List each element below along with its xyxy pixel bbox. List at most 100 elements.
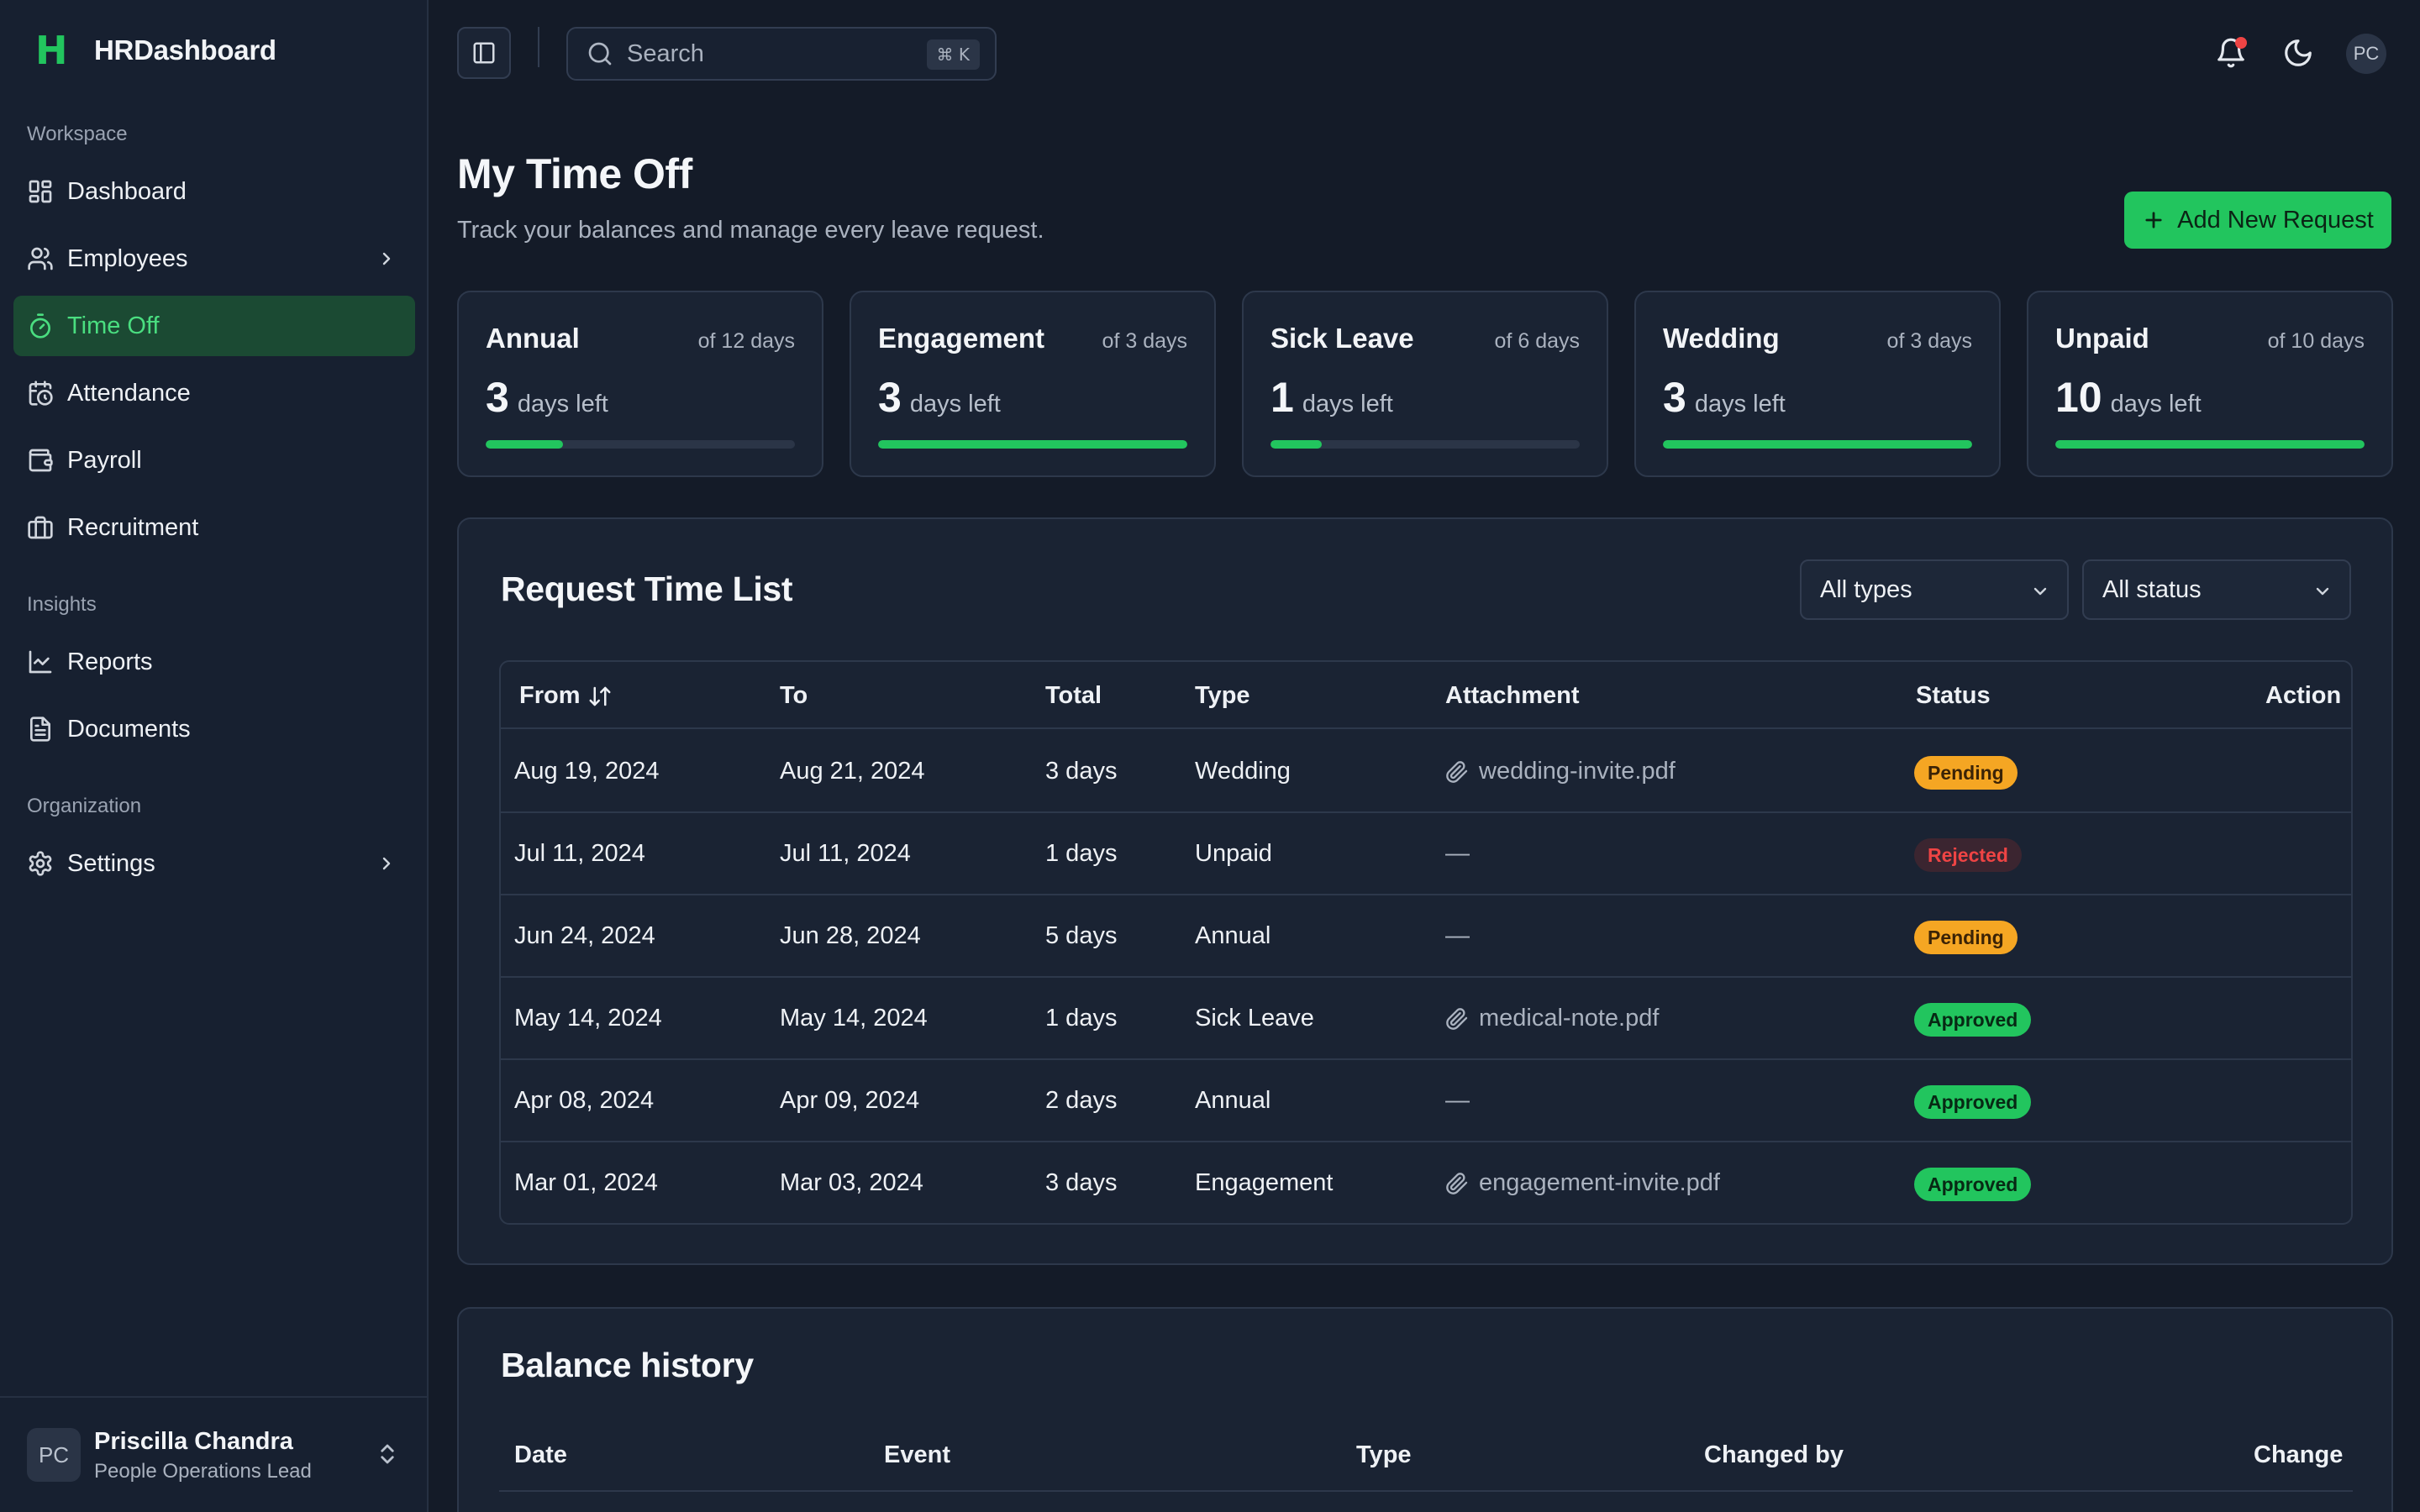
balance-unit: days left <box>1694 391 1786 417</box>
layout-dashboard-icon <box>29 180 52 203</box>
cell-from: Apr 08, 2024 <box>514 1087 655 1114</box>
plus-icon <box>2145 212 2162 228</box>
balance-progress-fill <box>1270 440 1323 449</box>
sidebar-item-payroll[interactable]: Payroll <box>13 430 415 491</box>
cell-attachment: — <box>1445 922 1470 949</box>
avatar[interactable]: PC <box>2346 34 2386 74</box>
sidebar-item-label: Reports <box>67 648 153 675</box>
sidebar-item-label: Payroll <box>67 446 142 474</box>
requests-table: From To Total Type Attachment Status Act… <box>499 660 2353 1225</box>
sidebar-item-reports[interactable]: Reports <box>13 632 415 692</box>
table-row: May 14, 2024 May 14, 2024 1 days Sick Leave… <box>501 978 2351 1060</box>
brand-name: HRDashboard <box>94 34 276 66</box>
balance-card: Engagement of 3 days 3 days left <box>850 291 1216 477</box>
column-event: Event <box>884 1441 950 1468</box>
balance-unit: days left <box>2110 391 2202 417</box>
user-menu[interactable]: PC Priscilla Chandra People Operations L… <box>0 1396 427 1512</box>
brand-logo: H <box>35 28 68 73</box>
balance-left: 10 <box>2055 374 2102 421</box>
attachment-link[interactable]: medical-note.pdf <box>1445 1005 1659 1032</box>
column-action: Action <box>2265 682 2342 709</box>
sidebar-item-recruitment[interactable]: Recruitment <box>13 497 415 558</box>
cell-total: 2 days <box>1045 1087 1118 1114</box>
sidebar-item-dashboard[interactable]: Dashboard <box>13 161 415 222</box>
panel-title: Request Time List <box>501 570 793 608</box>
moon-icon[interactable] <box>2282 37 2314 69</box>
attachment-link[interactable]: engagement-invite.pdf <box>1445 1169 1720 1197</box>
sidebar-item-label: Settings <box>67 849 155 877</box>
attachment-name: engagement-invite.pdf <box>1479 1169 1720 1196</box>
column-total: Total <box>1045 682 1102 709</box>
sidebar-item-employees[interactable]: Employees <box>13 228 415 289</box>
cell-to: Mar 03, 2024 <box>780 1169 923 1196</box>
column-type: Type <box>1356 1441 1412 1468</box>
search-placeholder: Search <box>627 39 704 67</box>
notification-dot <box>2235 37 2247 49</box>
sidebar-toggle-button[interactable] <box>457 27 511 79</box>
cell-to: May 14, 2024 <box>780 1005 928 1032</box>
chevron-down-icon <box>2316 587 2329 596</box>
sidebar-item-label: Documents <box>67 715 191 743</box>
balance-type: Engagement <box>878 323 1045 354</box>
sidebar-item-settings[interactable]: Settings <box>13 833 415 894</box>
column-status: Status <box>1916 682 1991 709</box>
cell-to: Apr 09, 2024 <box>780 1087 920 1114</box>
balance-card: Unpaid of 10 days 10 days left <box>2027 291 2393 477</box>
sidebar-item-attendance[interactable]: Attendance <box>13 363 415 423</box>
sidebar-item-label: Dashboard <box>67 177 187 205</box>
type-filter-select[interactable]: All types <box>1800 559 2069 620</box>
column-change: Change <box>2254 1441 2344 1468</box>
line-chart-icon <box>29 650 52 674</box>
gear-icon <box>29 851 52 876</box>
balance-unit: days left <box>517 391 608 417</box>
balance-card: Sick Leave of 6 days 1 days left <box>1242 291 1608 477</box>
cell-to: Aug 21, 2024 <box>780 758 925 785</box>
sidebar-item-time-off[interactable]: Time Off <box>13 296 415 356</box>
cell-attachment: — <box>1445 1087 1470 1114</box>
paperclip-icon <box>1446 760 1468 783</box>
brand[interactable]: H HRDashboard <box>35 30 276 71</box>
section-label-workspace: Workspace <box>27 123 128 145</box>
attachment-link[interactable]: wedding-invite.pdf <box>1445 758 1676 785</box>
table-row: Jun 24, 2024 Jun 28, 2024 5 days Annual — Pen… <box>501 895 2351 978</box>
balance-history-panel: Balance history Date Event Type Changed … <box>457 1307 2393 1512</box>
balance-unit: days left <box>1302 391 1393 417</box>
balance-progress-fill <box>486 440 563 449</box>
chevron-down-icon <box>2033 587 2047 596</box>
user-role: People Operations Lead <box>94 1460 312 1483</box>
panel-left-icon <box>473 42 495 64</box>
cell-total: 1 days <box>1045 1005 1118 1032</box>
cell-type: Engagement <box>1195 1169 1334 1196</box>
column-from[interactable]: From <box>519 682 613 710</box>
divider <box>499 1490 2353 1492</box>
sidebar-item-documents[interactable]: Documents <box>13 699 415 759</box>
search-input[interactable]: Search ⌘ K <box>566 27 997 81</box>
balance-progress <box>878 440 1187 449</box>
balance-total: of 12 days <box>697 329 795 353</box>
balance-progress-fill <box>1663 440 1972 449</box>
file-text-icon <box>30 717 50 742</box>
column-date: Date <box>514 1441 567 1468</box>
cell-attachment: — <box>1445 840 1470 867</box>
balance-total: of 6 days <box>1494 329 1580 353</box>
cell-from: Jun 24, 2024 <box>514 922 655 949</box>
balance-card: Wedding of 3 days 3 days left <box>1634 291 2001 477</box>
sidebar-item-label: Employees <box>67 244 188 272</box>
balance-total: of 3 days <box>1886 329 1972 353</box>
column-to: To <box>780 682 808 709</box>
wallet-icon <box>29 449 53 472</box>
status-filter-select[interactable]: All status <box>2082 559 2351 620</box>
balance-progress <box>1270 440 1580 449</box>
add-request-button[interactable]: Add New Request <box>2124 192 2391 249</box>
paperclip-icon <box>1446 1172 1468 1194</box>
cell-from: Jul 11, 2024 <box>514 840 645 867</box>
status-badge: Pending <box>1914 921 2018 954</box>
balance-type: Wedding <box>1663 323 1780 354</box>
status-badge: Approved <box>1914 1168 2032 1201</box>
attachment-name: medical-note.pdf <box>1479 1005 1660 1032</box>
balance-card: Annual of 12 days 3 days left <box>457 291 823 477</box>
panel-title: Balance history <box>501 1346 754 1384</box>
sidebar: H HRDashboard Workspace Dashboard Employ… <box>0 0 429 1512</box>
type-filter-value: All types <box>1820 575 1912 603</box>
balance-progress-fill <box>2055 440 2365 449</box>
